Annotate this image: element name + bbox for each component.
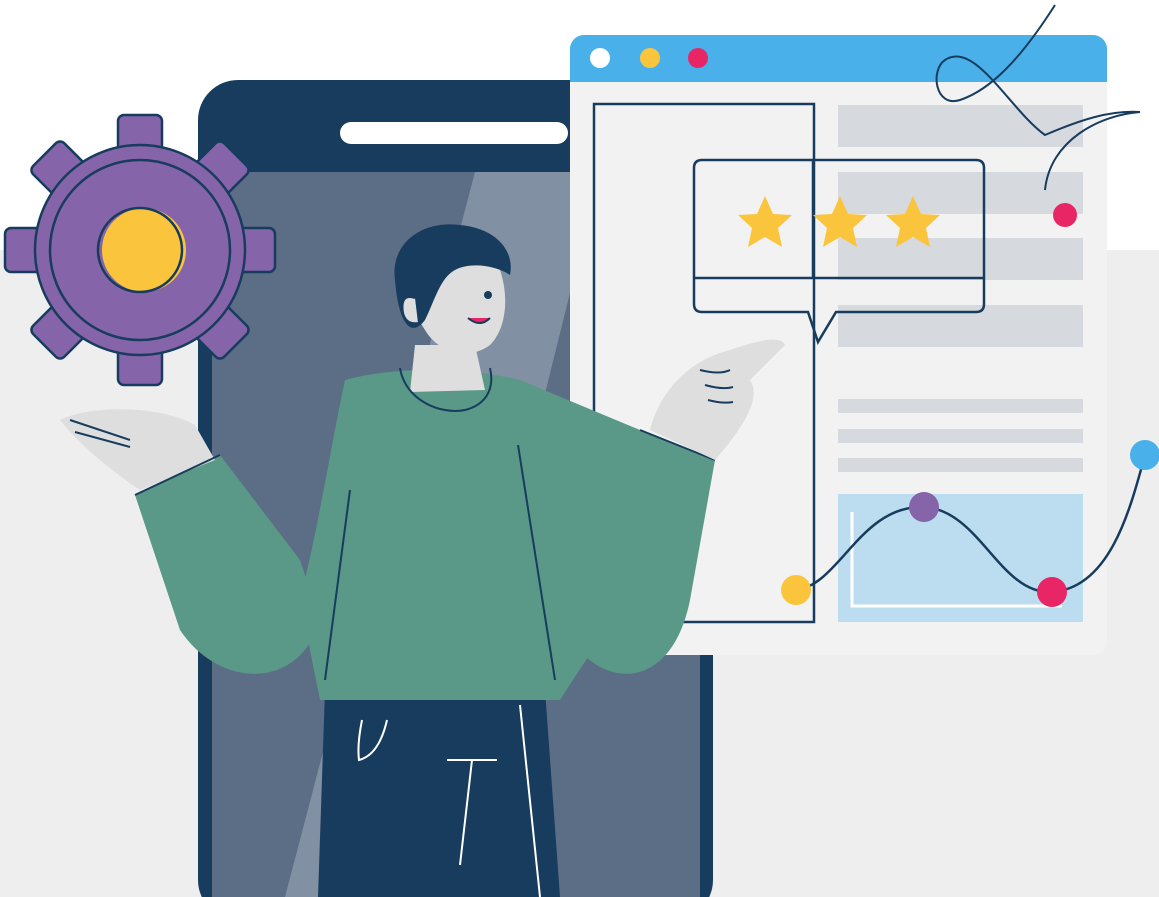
phone-speaker [340, 122, 568, 144]
trend-dot-yellow-icon [781, 575, 811, 605]
gear-icon [3, 113, 277, 387]
window-dot-yellow-icon [640, 48, 660, 68]
accent-dot-pink-icon [1053, 203, 1077, 227]
trend-dot-pink-icon [1037, 577, 1067, 607]
window-dot-white-icon [590, 48, 610, 68]
trend-dot-purple-icon [909, 492, 939, 522]
content-bar-1 [838, 105, 1083, 147]
text-line-1 [838, 399, 1083, 413]
trend-dot-blue-icon [1130, 440, 1159, 470]
illustration-scene [0, 4, 1159, 897]
text-line-2 [838, 429, 1083, 443]
content-bar-3 [838, 238, 1083, 280]
trousers [318, 690, 560, 897]
text-line-3 [838, 458, 1083, 472]
window-dot-pink-icon [688, 48, 708, 68]
eye [484, 291, 492, 299]
